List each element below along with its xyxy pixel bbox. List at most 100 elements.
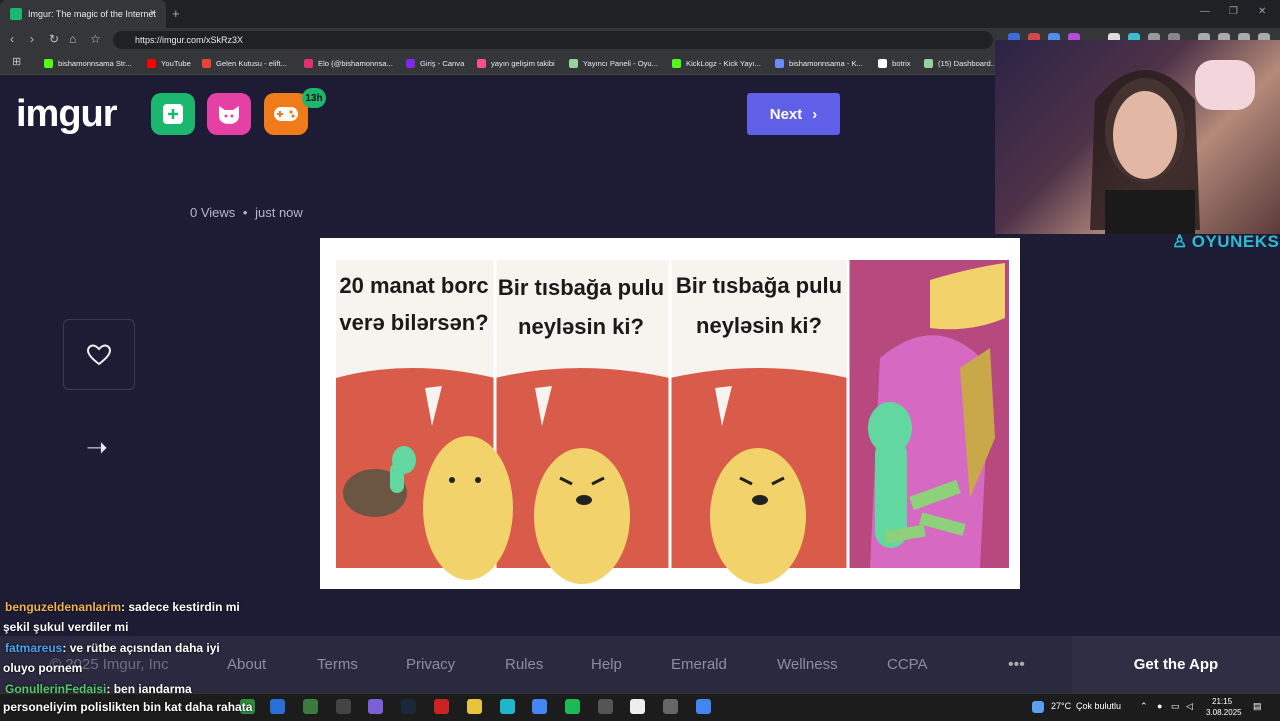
apps-grid-icon[interactable]: ⊞: [12, 55, 21, 68]
panel-3-line-1: Bir tısbağa pulu: [676, 273, 842, 298]
stream-brand: ♙ OYUNEKS: [1172, 232, 1279, 252]
gmail-icon: [202, 58, 211, 68]
steam-icon[interactable]: [401, 699, 416, 714]
notion-icon[interactable]: [630, 699, 645, 714]
footer-more-icon[interactable]: •••: [1008, 656, 1025, 674]
chat-username: fatmareus: [5, 641, 63, 655]
gamepad-icon: [274, 107, 298, 121]
share-arrow-icon[interactable]: ➝: [86, 432, 108, 463]
spotify-icon[interactable]: [565, 699, 580, 714]
obs-icon[interactable]: [434, 699, 449, 714]
bookmark-item[interactable]: YouTube: [147, 56, 191, 70]
footer-link-privacy[interactable]: Privacy: [406, 656, 455, 673]
favorite-button[interactable]: [63, 319, 135, 390]
network-icon[interactable]: ▭: [1171, 701, 1180, 712]
dashboard-icon: [924, 58, 933, 68]
taskbar-app-icon[interactable]: [598, 699, 613, 714]
bookmark-item[interactable]: Yayıncı Paneli - Oyu...: [569, 56, 658, 70]
home-icon[interactable]: ⌂: [69, 32, 76, 46]
kicklogz-icon: [672, 58, 681, 68]
url-field[interactable]: https://imgur.com/xSkRz3X: [113, 31, 993, 49]
taskbar-app-icon[interactable]: [270, 699, 285, 714]
tab-bar: Imgur: The magic of the Internet × + — ❐…: [0, 0, 1280, 28]
cat-face-icon: [219, 106, 239, 124]
footer-link-wellness[interactable]: Wellness: [777, 656, 838, 673]
taskbar-app-icon[interactable]: [663, 699, 678, 714]
bookmark-label: KickLogz - Kick Yayı...: [686, 58, 761, 68]
youtube-icon: [147, 58, 156, 68]
bookmark-star-icon[interactable]: ☆: [90, 32, 101, 46]
bookmark-label: bishamonnsama - K...: [789, 58, 863, 68]
close-window-button[interactable]: ✕: [1258, 6, 1266, 17]
bookmark-item[interactable]: bishamonnsama Str...: [44, 56, 131, 70]
streamer-silhouette: [1090, 60, 1255, 234]
next-label: Next: [769, 105, 803, 123]
chat-text: : ve rütbe açısndan daha iyi: [62, 641, 220, 655]
notifications-icon[interactable]: ▤: [1253, 701, 1262, 712]
chat-message-cont: şekil şukul verdiler mi: [3, 620, 129, 634]
bookmark-label: Giriş - Canva: [420, 58, 465, 68]
chevron-up-icon[interactable]: ⌃: [1140, 701, 1148, 712]
taskbar-app-icon[interactable]: [500, 699, 515, 714]
weather-temp: 27°C: [1051, 701, 1072, 711]
bookmark-label: Gelen Kutusu - elift...: [216, 58, 287, 68]
bookmark-item[interactable]: Gelen Kutusu - elift...: [202, 56, 287, 70]
panel-2-line-1: Bir tısbağa pulu: [498, 275, 664, 300]
epic-games-icon[interactable]: [336, 699, 351, 714]
instagram-icon: [304, 58, 313, 68]
taskbar-app-icon[interactable]: [303, 699, 318, 714]
brand-figure-icon: ♙: [1172, 232, 1188, 251]
reload-icon[interactable]: ↻: [49, 32, 59, 46]
bookmark-item[interactable]: bishamonnsama - K...: [775, 56, 863, 70]
new-tab-button[interactable]: +: [172, 6, 180, 21]
chevron-right-icon: ›: [812, 105, 818, 123]
panel-2-line-2: neyləsin ki?: [518, 314, 644, 339]
panel-3-line-2: neyləsin ki?: [696, 313, 822, 338]
back-icon[interactable]: ‹: [10, 32, 14, 46]
bookmark-item[interactable]: Giriş - Canva: [406, 56, 464, 70]
footer-link-rules[interactable]: Rules: [505, 656, 543, 673]
memegen-button[interactable]: [207, 93, 251, 135]
next-button[interactable]: Next ›: [747, 93, 840, 135]
heart-icon: [86, 343, 112, 365]
taskbar-app-icon[interactable]: [467, 699, 482, 714]
meta-separator: •: [242, 205, 248, 220]
person-icon: [569, 58, 578, 68]
meme-illustration: 20 manat borc verə bilərsən? Bir tısbağa…: [336, 260, 1009, 584]
volume-icon[interactable]: ◁: [1186, 701, 1193, 712]
clock-time: 21:15: [1212, 697, 1233, 706]
bookmark-label: botrix: [892, 58, 911, 68]
kick-icon: [775, 58, 784, 68]
footer-link-terms[interactable]: Terms: [317, 656, 358, 673]
webcam-overlay: [995, 40, 1280, 234]
tab-close-icon[interactable]: ×: [150, 7, 156, 19]
bookmark-label: Yayıncı Paneli - Oyu...: [583, 58, 658, 68]
minimize-button[interactable]: —: [1200, 6, 1210, 17]
chat-message: benguzeldenanlarim: sadece kestirdin mi: [5, 600, 240, 614]
imgur-logo[interactable]: imgur: [16, 93, 118, 136]
get-the-app-button[interactable]: Get the App: [1072, 636, 1280, 693]
bookmark-item[interactable]: KickLogz - Kick Yayı...: [672, 56, 761, 70]
microphone-icon[interactable]: ●: [1157, 701, 1162, 711]
bookmark-label: Elo (@bishamonnsa...: [318, 58, 393, 68]
chrome-icon[interactable]: [532, 699, 547, 714]
post-image: 20 manat borc verə bilərsən? Bir tısbağa…: [320, 238, 1020, 589]
footer-link-emerald[interactable]: Emerald: [671, 656, 727, 673]
browser-tab[interactable]: Imgur: The magic of the Internet ×: [0, 0, 166, 28]
games-badge: 13h: [302, 88, 326, 108]
footer-link-ccpa[interactable]: CCPA: [887, 656, 928, 673]
maximize-button[interactable]: ❐: [1229, 6, 1238, 17]
chat-message-cont: personeliyim polislikten bin kat daha ra…: [3, 700, 253, 714]
forward-icon[interactable]: ›: [30, 32, 34, 46]
upload-button[interactable]: [151, 93, 195, 135]
bookmark-item[interactable]: (15) Dashboard...: [924, 56, 997, 70]
chrome-icon[interactable]: [696, 699, 711, 714]
bookmark-item[interactable]: yayın gelişim takibi: [477, 56, 555, 70]
bookmark-label: (15) Dashboard...: [938, 58, 998, 68]
taskbar-app-icon[interactable]: [368, 699, 383, 714]
bookmark-item[interactable]: botrix: [878, 56, 911, 70]
clock-date: 3.08.2025: [1206, 708, 1242, 717]
bookmark-item[interactable]: Elo (@bishamonnsa...: [304, 56, 393, 70]
footer-link-help[interactable]: Help: [591, 656, 622, 673]
footer-link-about[interactable]: About: [227, 656, 266, 673]
